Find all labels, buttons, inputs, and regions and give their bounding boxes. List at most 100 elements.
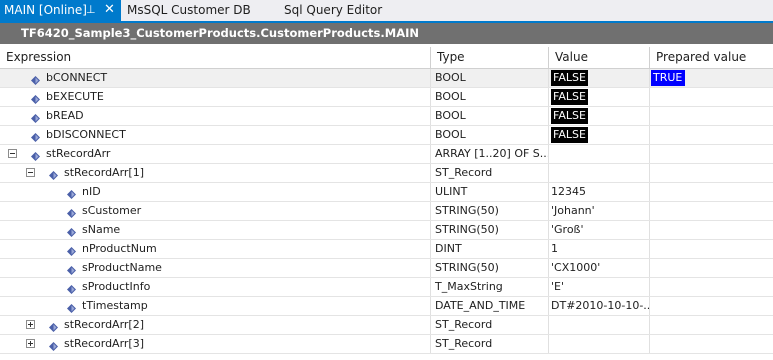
variable-diamond-icon — [67, 187, 76, 199]
prepared-value-cell[interactable] — [650, 278, 773, 296]
prepared-value-cell[interactable] — [650, 88, 773, 106]
current-value: FALSE — [551, 127, 588, 143]
variable-diamond-icon — [67, 225, 76, 237]
variable-name: sCustomer — [82, 204, 142, 217]
type-cell: BOOL — [431, 107, 549, 125]
prepared-value-cell[interactable] — [650, 126, 773, 144]
prepared-value-cell[interactable] — [650, 297, 773, 315]
expression-cell: sProductInfo — [0, 278, 431, 296]
prepared-value: TRUE — [651, 70, 685, 86]
current-value: 'Groß' — [551, 223, 584, 236]
table-row[interactable]: tTimestamp DATE_AND_TIME DT#2010-10-10-... — [0, 297, 773, 316]
prepared-value-cell[interactable] — [650, 259, 773, 277]
current-value: FALSE — [551, 89, 588, 105]
close-icon[interactable]: ✕ — [104, 0, 115, 20]
expand-plus-icon[interactable] — [26, 339, 35, 348]
variable-diamond-icon — [31, 92, 40, 104]
prepared-value-cell[interactable] — [650, 221, 773, 239]
current-value: 'Johann' — [551, 204, 595, 217]
prepared-value-cell[interactable] — [650, 145, 773, 163]
table-row[interactable]: sProductName STRING(50) 'CX1000' — [0, 259, 773, 278]
expand-plus-icon[interactable] — [26, 320, 35, 329]
prepared-value-cell[interactable]: TRUE — [650, 69, 773, 87]
prepared-value-cell[interactable] — [650, 316, 773, 334]
table-row[interactable]: sCustomer STRING(50) 'Johann' — [0, 202, 773, 221]
table-row[interactable]: bDISCONNECT BOOL FALSE — [0, 126, 773, 145]
current-value: 12345 — [551, 185, 586, 198]
expression-cell: bDISCONNECT — [0, 126, 431, 144]
variable-diamond-icon — [31, 111, 40, 123]
variable-name: sName — [82, 223, 121, 236]
value-cell[interactable]: 'Groß' — [549, 221, 650, 239]
column-header-value[interactable]: Value — [549, 47, 650, 68]
variable-name: nProductNum — [82, 242, 157, 255]
table-row[interactable]: sProductInfo T_MaxString 'E' — [0, 278, 773, 297]
type-cell: DINT — [431, 240, 549, 258]
tab-main-online[interactable]: MAIN [Online] ⊥ ✕ — [0, 0, 121, 21]
prepared-value-cell[interactable] — [650, 107, 773, 125]
tab-mssql-label: MsSQL Customer DB — [127, 3, 251, 17]
current-value: 'CX1000' — [551, 261, 601, 274]
tab-sql-query-editor[interactable]: Sql Query Editor — [284, 0, 382, 21]
value-cell[interactable]: 'Johann' — [549, 202, 650, 220]
expression-cell: bEXECUTE — [0, 88, 431, 106]
variable-name: stRecordArr[3] — [64, 337, 145, 350]
value-cell[interactable]: 1 — [549, 240, 650, 258]
value-cell[interactable] — [549, 316, 650, 334]
collapse-minus-icon[interactable] — [8, 149, 17, 158]
variable-diamond-icon — [31, 149, 40, 161]
value-cell[interactable]: FALSE — [549, 69, 650, 87]
prepared-value-cell[interactable] — [650, 240, 773, 258]
table-row[interactable]: sName STRING(50) 'Groß' — [0, 221, 773, 240]
variable-name: stRecordArr — [46, 147, 111, 160]
tab-mssql-customer-db[interactable]: MsSQL Customer DB — [127, 0, 251, 21]
value-cell[interactable] — [549, 164, 650, 182]
value-cell[interactable] — [549, 335, 650, 353]
variable-diamond-icon — [67, 301, 76, 313]
variable-diamond-icon — [31, 73, 40, 85]
table-row[interactable]: nID ULINT 12345 — [0, 183, 773, 202]
variable-diamond-icon — [67, 206, 76, 218]
variable-diamond-icon — [31, 130, 40, 142]
type-cell: BOOL — [431, 126, 549, 144]
table-row[interactable]: stRecordArr[1] ST_Record — [0, 164, 773, 183]
value-cell[interactable]: 'CX1000' — [549, 259, 650, 277]
current-value: 1 — [551, 242, 558, 255]
value-cell[interactable]: 12345 — [549, 183, 650, 201]
collapse-minus-icon[interactable] — [26, 168, 35, 177]
expression-cell: nProductNum — [0, 240, 431, 258]
variable-diamond-icon — [49, 320, 58, 332]
variable-name: bREAD — [46, 109, 84, 122]
table-row[interactable]: stRecordArr ARRAY [1..20] OF S... — [0, 145, 773, 164]
value-cell[interactable]: DT#2010-10-10-... — [549, 297, 650, 315]
table-row[interactable]: bEXECUTE BOOL FALSE — [0, 88, 773, 107]
prepared-value-cell[interactable] — [650, 335, 773, 353]
variable-name: stRecordArr[1] — [64, 166, 145, 179]
type-cell: DATE_AND_TIME — [431, 297, 549, 315]
table-row[interactable]: nProductNum DINT 1 — [0, 240, 773, 259]
variable-diamond-icon — [49, 339, 58, 351]
expression-cell: sName — [0, 221, 431, 239]
prepared-value-cell[interactable] — [650, 183, 773, 201]
table-row[interactable]: bREAD BOOL FALSE — [0, 107, 773, 126]
value-cell[interactable]: FALSE — [549, 107, 650, 125]
table-row[interactable]: stRecordArr[2] ST_Record — [0, 316, 773, 335]
variable-name: sProductInfo — [82, 280, 151, 293]
prepared-value-cell[interactable] — [650, 164, 773, 182]
value-cell[interactable]: FALSE — [549, 126, 650, 144]
column-header-expression[interactable]: Expression — [0, 47, 431, 68]
value-cell[interactable]: 'E' — [549, 278, 650, 296]
type-cell: BOOL — [431, 88, 549, 106]
value-cell[interactable] — [549, 145, 650, 163]
table-row[interactable]: stRecordArr[3] ST_Record — [0, 335, 773, 354]
expression-cell: nID — [0, 183, 431, 201]
column-header-type[interactable]: Type — [431, 47, 549, 68]
value-cell[interactable]: FALSE — [549, 88, 650, 106]
type-cell: T_MaxString — [431, 278, 549, 296]
variable-name: bDISCONNECT — [46, 128, 126, 141]
pou-path-title: TF6420_Sample3_CustomerProducts.Customer… — [0, 23, 773, 44]
prepared-value-cell[interactable] — [650, 202, 773, 220]
column-header-prepared-value[interactable]: Prepared value — [650, 47, 773, 68]
pin-icon[interactable]: ⊥ — [86, 0, 96, 20]
table-row[interactable]: bCONNECT BOOL FALSE TRUE — [0, 69, 773, 88]
